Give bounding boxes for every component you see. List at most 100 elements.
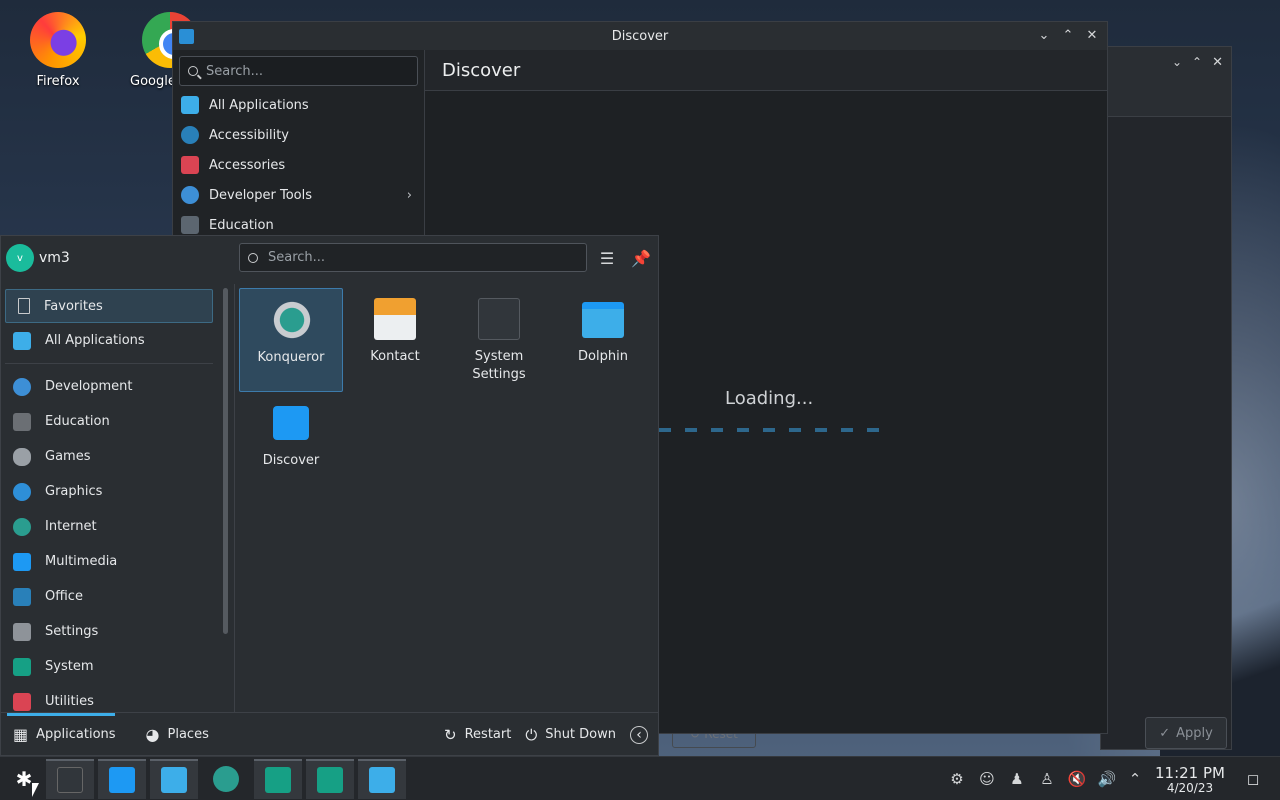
tab-applications[interactable]: ▦ Applications (1, 712, 128, 757)
launcher-category-development[interactable]: Development (1, 369, 217, 404)
clock[interactable]: 11:21 PM 4/20/23 (1150, 765, 1230, 795)
taskbar-konqueror[interactable] (202, 759, 250, 799)
power-icon: ⏻ (525, 725, 538, 744)
favorite-dolphin[interactable]: Dolphin (551, 288, 655, 392)
taskbar-system-settings[interactable] (46, 759, 94, 799)
notifications-icon[interactable]: ⚙ (946, 757, 968, 800)
discover-category-accessibility[interactable]: Accessibility (173, 120, 424, 150)
launcher-search-input[interactable]: Search... (239, 243, 587, 272)
firefox-icon (30, 12, 86, 68)
tab-places[interactable]: ◕ Places (134, 713, 221, 757)
category-label: Utilities (45, 694, 94, 709)
restart-icon: ↻ (444, 725, 457, 744)
desktop-icon-firefox[interactable]: Firefox (18, 12, 98, 89)
office-icon (13, 587, 31, 606)
application-launcher-button[interactable]: ✱ (0, 759, 48, 799)
button-label: Restart (464, 727, 512, 742)
settings-icon (13, 622, 31, 641)
favorite-system-settings[interactable]: System Settings (447, 288, 551, 392)
launcher-category-system[interactable]: System (1, 649, 217, 684)
restart-button[interactable]: ↻ Restart (444, 726, 511, 744)
kde-launcher-icon: ✱ (15, 767, 33, 791)
network-users-icon[interactable]: ♟ (1006, 757, 1028, 800)
launcher-category-games[interactable]: Games (1, 439, 217, 474)
taskbar-discover[interactable] (98, 759, 146, 799)
maximize-icon[interactable]: ⌃ (1192, 55, 1202, 69)
launcher-category-multimedia[interactable]: Multimedia (1, 544, 217, 579)
search-icon (248, 252, 258, 263)
category-label: Accessibility (209, 127, 289, 143)
taskbar-window-6[interactable] (358, 759, 406, 799)
divider (5, 363, 213, 364)
discover-titlebar[interactable]: Discover ⌄ ⌃ ✕ (173, 22, 1107, 50)
mouse-cursor (32, 783, 39, 797)
window-title: Discover (611, 28, 669, 44)
discover-category-accessories[interactable]: Accessories (173, 150, 424, 180)
tile-label: System Settings (472, 349, 526, 382)
application-launcher[interactable]: v vm3 Search... ☰ 📌 Favorites All Applic… (0, 235, 659, 756)
taskbar-dolphin[interactable] (150, 759, 198, 799)
pin-icon[interactable]: 📌 (631, 248, 651, 268)
volume-icon[interactable]: 🔊 (1096, 757, 1118, 800)
favorite-discover[interactable]: Discover (239, 392, 343, 496)
launcher-category-favorites[interactable]: Favorites (5, 289, 213, 323)
chevron-left-icon: ‹ (630, 725, 648, 744)
taskbar: ✱ ⚙ ☺ ♟ ♙ 🔇 🔊 ⌃ 11:21 PM 4/20/23 ◻ (0, 756, 1280, 800)
background-window[interactable]: ⌄ ⌃ ✕ ✓ Apply (1100, 46, 1232, 750)
favorite-konqueror[interactable]: Konqueror (239, 288, 343, 392)
background-window-titlebar[interactable]: ⌄ ⌃ ✕ (1101, 47, 1231, 77)
tile-label: Kontact (370, 349, 420, 364)
category-label: Games (45, 449, 91, 464)
folder-icon (161, 767, 187, 793)
launcher-category-graphics[interactable]: Graphics (1, 474, 217, 509)
accessibility-icon (181, 126, 199, 144)
launcher-category-all-applications[interactable]: All Applications (1, 323, 217, 358)
more-power-options-button[interactable]: ‹ (630, 725, 648, 744)
launcher-category-office[interactable]: Office (1, 579, 217, 614)
categories-scrollbar[interactable] (223, 288, 228, 634)
favorite-kontact[interactable]: Kontact (343, 288, 447, 392)
chevron-up-icon[interactable]: ⌃ (1124, 757, 1146, 800)
compass-icon: ◕ (145, 725, 160, 744)
clock-time: 11:21 PM (1155, 764, 1225, 782)
configure-icon[interactable]: ☰ (597, 248, 617, 268)
taskbar-window-5[interactable] (306, 759, 354, 799)
chevron-right-icon: › (406, 187, 412, 203)
user-switch-icon[interactable]: ♙ (1036, 757, 1058, 800)
maximize-icon[interactable]: ⌃ (1061, 28, 1075, 43)
launcher-category-education[interactable]: Education (1, 404, 217, 439)
toolbox-icon (181, 156, 199, 174)
avatar[interactable]: v (6, 244, 34, 272)
apply-button[interactable]: ✓ Apply (1145, 717, 1227, 749)
system-icon (13, 657, 31, 676)
username: vm3 (39, 250, 70, 266)
category-label: Office (45, 589, 83, 604)
launcher-category-utilities[interactable]: Utilities (1, 684, 217, 712)
category-label: Settings (45, 624, 99, 639)
kontact-icon (374, 298, 416, 340)
discover-search-input[interactable]: Search... (179, 56, 418, 86)
close-icon[interactable]: ✕ (1085, 28, 1099, 43)
utilities-icon (13, 692, 31, 711)
category-label: Education (209, 217, 274, 233)
background-window-header (1101, 77, 1231, 117)
launcher-category-settings[interactable]: Settings (1, 614, 217, 649)
shutdown-button[interactable]: ⏻ Shut Down (525, 726, 616, 744)
close-icon[interactable]: ✕ (1212, 55, 1223, 70)
divider (234, 284, 235, 712)
user-icon[interactable]: ☺ (976, 757, 998, 800)
show-desktop-icon[interactable]: ◻ (1242, 757, 1264, 800)
category-label: Internet (45, 519, 97, 534)
minimize-icon[interactable]: ⌄ (1037, 28, 1051, 43)
launcher-category-internet[interactable]: Internet (1, 509, 217, 544)
desktop-icon-label: Firefox (36, 74, 80, 89)
folder-icon (582, 302, 624, 338)
discover-icon (273, 406, 309, 440)
minimize-icon[interactable]: ⌄ (1172, 55, 1182, 69)
discover-category-all-applications[interactable]: All Applications (173, 90, 424, 120)
discover-category-developer-tools[interactable]: Developer Tools › (173, 180, 424, 210)
microphone-muted-icon[interactable]: 🔇 (1066, 757, 1088, 800)
taskbar-window-4[interactable] (254, 759, 302, 799)
category-label: System (45, 659, 94, 674)
multimedia-icon (13, 552, 31, 571)
